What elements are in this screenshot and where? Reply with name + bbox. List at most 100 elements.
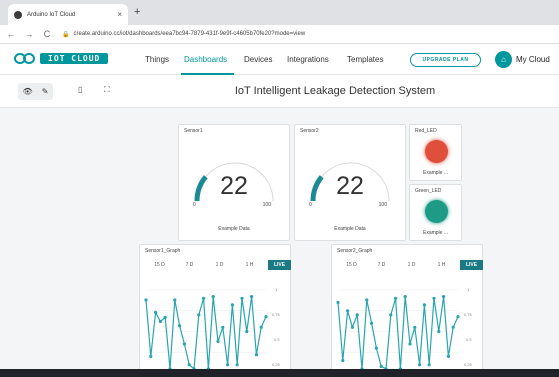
fullscreen-icon[interactable]: ⛶: [104, 85, 110, 95]
data-point: [187, 363, 191, 367]
range-1h[interactable]: 1 H: [238, 260, 261, 270]
data-point: [149, 354, 153, 358]
browser-tab[interactable]: Arduino IoT Cloud ×: [8, 4, 128, 25]
back-icon[interactable]: ←: [4, 29, 18, 39]
my-cloud-label[interactable]: My Cloud: [516, 55, 550, 64]
widget-footer: Example Data: [334, 226, 366, 232]
arduino-favicon-icon: [14, 10, 22, 19]
range-1h[interactable]: 1 H: [430, 260, 453, 270]
reload-icon[interactable]: C: [40, 29, 54, 39]
widget-footer: Example ...: [422, 230, 448, 236]
tab-close-icon[interactable]: ×: [117, 10, 122, 19]
data-point: [259, 325, 263, 329]
widget-title: Sensor1_Graph: [145, 248, 181, 254]
data-point: [422, 303, 426, 307]
arduino-infinity-icon: [14, 53, 36, 64]
range-7d[interactable]: 7 D: [178, 260, 201, 270]
data-point: [178, 324, 182, 328]
data-point: [437, 329, 441, 334]
dashboard-toolbar: 👁 ✎ ▯ ⛶ IoT Intelligent Leakage Detectio…: [0, 75, 559, 108]
range-1d[interactable]: 1 D: [208, 260, 231, 270]
gauge-min: 0: [193, 202, 196, 208]
widget-title: Red_LED: [415, 128, 437, 134]
os-taskbar: [0, 369, 559, 377]
data-point: [250, 295, 254, 299]
logo-text: IOT CLOUD: [40, 53, 109, 64]
range-live[interactable]: LIVE: [268, 260, 291, 270]
browser-tabstrip: Arduino IoT Cloud × +: [0, 0, 559, 25]
range-7d[interactable]: 7 D: [370, 260, 393, 270]
gauge-value: 22: [336, 172, 364, 200]
data-point: [173, 298, 177, 302]
data-point: [427, 363, 431, 367]
data-point: [226, 363, 230, 367]
chart-widget-sensor1[interactable]: Sensor1_Graph 15 D 7 D 1 D 1 H LIVE 1 0.…: [139, 244, 291, 377]
data-point: [394, 296, 398, 300]
data-point: [264, 315, 268, 319]
data-point: [451, 325, 455, 329]
lock-icon: 🔒: [62, 31, 70, 38]
data-point: [154, 310, 158, 314]
data-point: [413, 325, 417, 329]
view-edit-toggle: 👁 ✎: [18, 83, 53, 100]
widget-title: Sensor2_Graph: [337, 248, 373, 254]
range-1d[interactable]: 1 D: [400, 260, 423, 270]
nav-templates[interactable]: Templates: [347, 55, 383, 64]
forward-icon[interactable]: →: [22, 29, 36, 39]
widget-footer: Example Data: [218, 226, 250, 232]
new-tab-icon[interactable]: +: [134, 6, 140, 18]
nav-integrations[interactable]: Integrations: [287, 55, 329, 64]
app-root: { "browser": { "tab_title": "Arduino IoT…: [0, 0, 559, 377]
data-point: [144, 298, 148, 302]
gauge-widget-sensor2[interactable]: Sensor2 22 0 100 Example Data: [294, 124, 406, 241]
nav-devices[interactable]: Devices: [244, 55, 272, 64]
line-chart-sensor1: [144, 289, 268, 371]
iot-cloud-logo[interactable]: IOT CLOUD: [14, 53, 109, 64]
data-point: [221, 325, 225, 329]
mobile-view-icon[interactable]: ▯: [78, 85, 82, 94]
address-bar: ← → C 🔒 create.arduino.cc/iot/dashboards…: [0, 25, 559, 44]
eye-icon[interactable]: 👁: [23, 87, 33, 96]
widget-title: Green_LED: [415, 188, 442, 194]
gauge-min: 0: [309, 202, 312, 208]
nav-dashboards[interactable]: Dashboards: [184, 55, 227, 64]
chart-widget-sensor2[interactable]: Sensor2_Graph 15 D 7 D 1 D 1 H LIVE 1 0.…: [331, 244, 483, 377]
red-led-indicator: [425, 140, 448, 163]
data-point: [230, 303, 234, 307]
gauge-max: 100: [378, 202, 387, 208]
data-point: [442, 295, 446, 299]
home-icon[interactable]: ⌂: [495, 51, 512, 68]
data-point: [370, 321, 374, 325]
edit-icon[interactable]: ✎: [42, 87, 49, 96]
data-point: [350, 325, 354, 329]
data-point: [211, 295, 215, 299]
data-point: [365, 298, 369, 302]
series-line: [145, 296, 267, 371]
data-point: [240, 296, 244, 300]
gauge-widget-sensor1[interactable]: Sensor1 22 0 100 Example Data: [178, 124, 290, 241]
range-15d[interactable]: 15 D: [148, 260, 171, 270]
line-chart-sensor2: [336, 289, 460, 371]
time-range-selector: 15 D 7 D 1 D 1 H LIVE: [340, 260, 483, 270]
gauge-max: 100: [262, 202, 271, 208]
led-widget-green[interactable]: Green_LED Example ...: [409, 184, 462, 241]
data-point: [158, 319, 162, 324]
led-widget-red[interactable]: Red_LED Example ...: [409, 124, 462, 181]
gauge-value: 22: [220, 172, 248, 200]
data-point: [254, 353, 258, 357]
data-point: [418, 363, 422, 367]
nav-things[interactable]: Things: [145, 55, 169, 64]
range-live[interactable]: LIVE: [460, 260, 483, 270]
url-field[interactable]: create.arduino.cc/iot/dashboards/eea7bc9…: [73, 31, 305, 37]
data-point: [235, 363, 239, 367]
tab-title: Arduino IoT Cloud: [27, 11, 76, 18]
data-point: [245, 329, 249, 334]
upgrade-plan-button[interactable]: UPGRADE PLAN: [410, 53, 481, 67]
range-15d[interactable]: 15 D: [340, 260, 363, 270]
data-point: [374, 346, 378, 350]
time-range-selector: 15 D 7 D 1 D 1 H LIVE: [148, 260, 291, 270]
data-point: [432, 296, 436, 300]
data-point: [341, 358, 345, 363]
data-point: [216, 339, 220, 344]
series-line: [337, 296, 459, 370]
